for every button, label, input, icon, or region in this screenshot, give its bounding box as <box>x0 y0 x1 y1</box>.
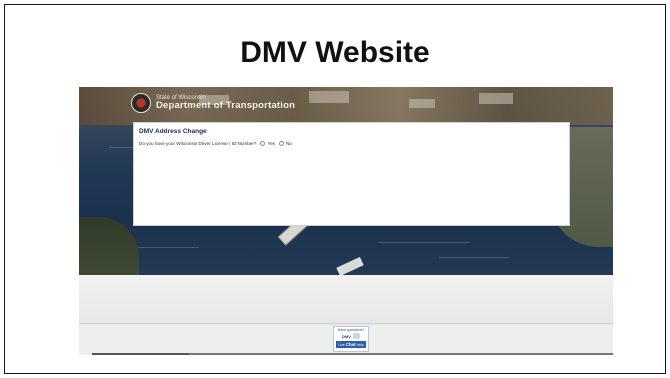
live-chat-widget[interactable]: Have questions? DMV Live Chat Help <box>333 326 369 352</box>
boat <box>336 256 364 275</box>
chat-question: Have questions? <box>337 328 365 332</box>
wisdot-logo-icon <box>131 93 151 113</box>
shore-left <box>79 217 139 275</box>
license-question: Do you have your Wisconsin Driver Licens… <box>139 141 257 146</box>
dot-header[interactable]: State of Wisconsin Department of Transpo… <box>131 93 295 113</box>
license-question-row: Do you have your Wisconsin Driver Licens… <box>139 141 292 146</box>
footer-bar-left <box>92 353 190 355</box>
slide-title: DMV Website <box>240 36 430 69</box>
footer-bar-right <box>189 353 613 355</box>
chat-brand: DMV <box>342 333 351 339</box>
department-name: Department of Transportation <box>156 100 296 112</box>
wisconsin-map-icon <box>352 333 360 339</box>
website-screenshot: State of Wisconsin Department of Transpo… <box>79 87 613 355</box>
form-heading: DMV Address Change <box>139 128 207 135</box>
live-chat-button[interactable]: Live Chat Help <box>336 341 366 348</box>
address-change-form: DMV Address Change Do you have your Wisc… <box>133 122 570 226</box>
chat-button-suffix: Help <box>356 342 364 347</box>
radio-yes[interactable] <box>260 141 266 146</box>
radio-no[interactable] <box>278 141 284 146</box>
chat-button-prefix: Live <box>338 342 345 347</box>
page-footer: Have questions? DMV Live Chat Help <box>79 325 613 355</box>
aerial-photo-banner: State of Wisconsin Department of Transpo… <box>79 87 613 275</box>
radio-no-label[interactable]: No <box>286 141 292 146</box>
chat-button-main: Chat <box>345 342 356 347</box>
content-area <box>79 275 613 325</box>
radio-yes-label[interactable]: Yes <box>267 141 275 146</box>
